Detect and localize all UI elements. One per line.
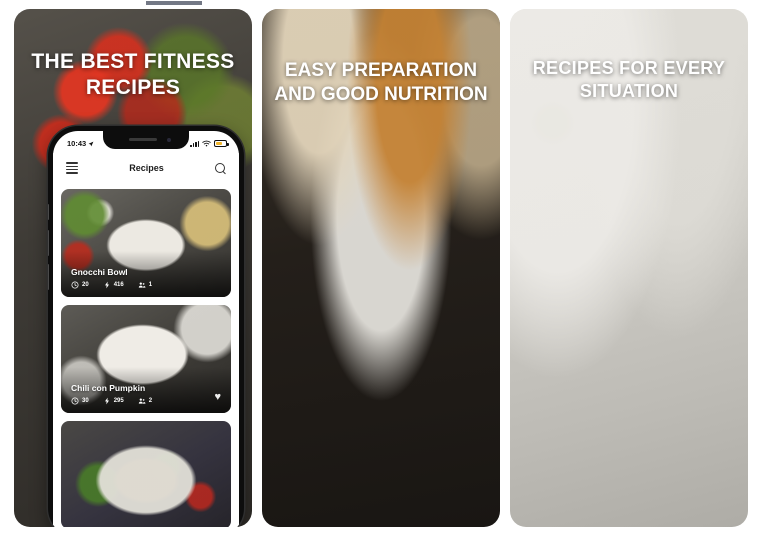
recipe-image xyxy=(61,421,231,527)
recipe-time-value: 20 xyxy=(82,282,89,288)
promo-panel-detail[interactable]: EASY PREPARATION AND GOOD NUTRITION xyxy=(262,9,500,527)
recipe-title: Chili con Pumpkin xyxy=(71,383,146,393)
clock-icon xyxy=(71,281,79,289)
recipe-servings: 1 xyxy=(138,281,152,289)
recipe-list[interactable]: Gnocchi Bowl 20 416 1 Chili con Pumpkin … xyxy=(53,183,239,527)
people-icon xyxy=(138,398,146,404)
recipe-card[interactable] xyxy=(61,421,231,527)
panel-headline: EASY PREPARATION AND GOOD NUTRITION xyxy=(274,60,488,105)
phone-power-button xyxy=(243,236,244,270)
clock-icon xyxy=(71,397,79,405)
status-bar-left: 10:43 xyxy=(67,139,94,148)
recipe-calories-value: 295 xyxy=(113,398,124,404)
recipe-meta: 30 295 2 xyxy=(71,397,221,405)
panel-headline: RECIPES FOR EVERY SITUATION xyxy=(532,58,726,101)
phone-mute-switch xyxy=(48,204,49,220)
recipe-time-value: 30 xyxy=(82,398,89,404)
recipe-card[interactable]: Chili con Pumpkin 30 295 2 ♥ xyxy=(61,305,231,413)
recipe-calories-value: 416 xyxy=(113,282,124,288)
battery-icon xyxy=(214,140,229,147)
phone-screen-recipes: 10:43 Recipes Gnocchi Bowl 20 416 1 Chil… xyxy=(53,131,239,527)
promo-panel-categories[interactable]: RECIPES FOR EVERY SITUATION Categories xyxy=(510,9,748,527)
recipe-time: 30 xyxy=(71,397,89,405)
phone-notch xyxy=(103,131,189,149)
recipe-time: 20 xyxy=(71,281,89,289)
favorite-heart-icon[interactable]: ♥ xyxy=(214,391,221,403)
app-store-screenshot-gallery: THE BEST FITNESS RECIPES 10:43 Recipes G… xyxy=(0,0,768,535)
earpiece-speaker xyxy=(129,138,157,141)
panel-headline: THE BEST FITNESS RECIPES xyxy=(31,50,235,100)
recipe-card-body: Gnocchi Bowl 20 416 1 xyxy=(71,267,221,289)
recipe-calories: 416 xyxy=(103,281,124,289)
top-divider-artifact xyxy=(146,1,202,5)
wifi-icon xyxy=(202,140,211,147)
recipe-card-body: Chili con Pumpkin 30 295 2 xyxy=(71,383,221,405)
recipe-meta: 20 416 1 xyxy=(71,281,221,289)
status-bar-right xyxy=(190,140,229,147)
recipe-servings: 2 xyxy=(138,397,152,405)
lightning-bolt-icon xyxy=(104,281,109,289)
recipe-title: Gnocchi Bowl xyxy=(71,267,128,277)
lightning-bolt-icon xyxy=(104,397,109,405)
phone-mockup-recipes: 10:43 Recipes Gnocchi Bowl 20 416 1 Chil… xyxy=(48,126,244,527)
phone-volume-down-button xyxy=(48,264,49,290)
cellular-signal-icon xyxy=(190,140,199,147)
recipe-card[interactable]: Gnocchi Bowl 20 416 1 xyxy=(61,189,231,297)
recipe-servings-value: 1 xyxy=(148,282,153,288)
recipe-calories: 295 xyxy=(103,397,124,405)
location-arrow-icon xyxy=(88,141,94,146)
status-bar-time: 10:43 xyxy=(67,139,87,148)
front-camera xyxy=(167,137,171,142)
people-icon xyxy=(138,282,146,288)
promo-panel-recipes[interactable]: THE BEST FITNESS RECIPES 10:43 Recipes G… xyxy=(14,9,252,527)
page-title: Recipes xyxy=(129,163,164,173)
recipe-servings-value: 2 xyxy=(148,398,153,404)
promo-panels: THE BEST FITNESS RECIPES 10:43 Recipes G… xyxy=(0,9,768,527)
phone-volume-up-button xyxy=(48,230,49,256)
hamburger-menu-icon[interactable] xyxy=(66,162,78,174)
app-bar-recipes: Recipes xyxy=(53,153,239,183)
search-icon[interactable] xyxy=(215,162,226,174)
